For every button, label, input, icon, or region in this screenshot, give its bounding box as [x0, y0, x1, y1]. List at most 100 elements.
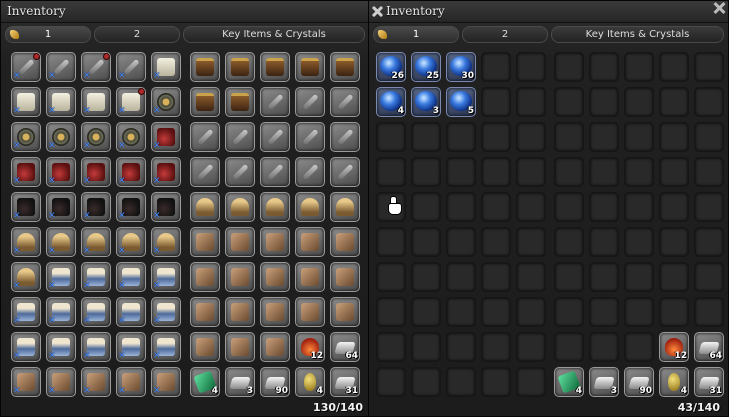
- item-slot-ingot[interactable]: 64: [330, 332, 360, 362]
- item-slot-plate[interactable]: ✕: [116, 367, 146, 397]
- empty-slot[interactable]: [659, 192, 689, 222]
- item-slot-leg[interactable]: ✕: [46, 332, 76, 362]
- item-slot-tool[interactable]: [330, 87, 360, 117]
- item-slot-chest[interactable]: [330, 52, 360, 82]
- empty-slot[interactable]: [481, 297, 511, 327]
- empty-slot[interactable]: [554, 122, 584, 152]
- empty-slot[interactable]: [446, 332, 476, 362]
- item-slot-plate[interactable]: [190, 332, 220, 362]
- empty-slot[interactable]: [516, 262, 546, 292]
- item-slot-plate[interactable]: [190, 227, 220, 257]
- item-slot-red[interactable]: ✕: [81, 157, 111, 187]
- empty-slot[interactable]: [624, 122, 654, 152]
- empty-slot[interactable]: [376, 157, 406, 187]
- item-slot-chest[interactable]: [190, 87, 220, 117]
- item-slot-ingot[interactable]: 3: [589, 367, 619, 397]
- tab-page-1[interactable]: 1: [5, 26, 91, 43]
- empty-slot[interactable]: [694, 122, 724, 152]
- empty-slot[interactable]: [554, 192, 584, 222]
- empty-slot[interactable]: [659, 157, 689, 187]
- empty-slot[interactable]: [516, 332, 546, 362]
- item-slot-tool[interactable]: [190, 122, 220, 152]
- empty-slot[interactable]: [694, 52, 724, 82]
- item-slot-tool[interactable]: [330, 122, 360, 152]
- title-bar[interactable]: Inventory: [369, 1, 728, 23]
- item-slot-plate[interactable]: ✕: [151, 367, 181, 397]
- item-slot-ingot[interactable]: 31: [330, 367, 360, 397]
- item-slot-tool[interactable]: ✕: [116, 52, 146, 82]
- item-slot-book[interactable]: ✕: [46, 87, 76, 117]
- item-slot-leg[interactable]: ✕: [151, 332, 181, 362]
- empty-slot[interactable]: [554, 87, 584, 117]
- item-slot-tool[interactable]: [295, 157, 325, 187]
- item-slot-tool[interactable]: ✕: [11, 52, 41, 82]
- item-slot-plate[interactable]: [190, 262, 220, 292]
- item-slot-leg[interactable]: ✕: [46, 262, 76, 292]
- empty-slot[interactable]: [516, 87, 546, 117]
- item-slot-leg[interactable]: ✕: [116, 262, 146, 292]
- empty-slot[interactable]: [481, 52, 511, 82]
- item-slot-plate[interactable]: [225, 332, 255, 362]
- item-slot-red[interactable]: ✕: [151, 157, 181, 187]
- empty-slot[interactable]: [516, 52, 546, 82]
- item-slot-tool[interactable]: [295, 87, 325, 117]
- item-slot-chest[interactable]: [260, 52, 290, 82]
- empty-slot[interactable]: [624, 192, 654, 222]
- empty-slot[interactable]: [481, 122, 511, 152]
- item-slot-plate[interactable]: [295, 227, 325, 257]
- empty-slot[interactable]: [411, 157, 441, 187]
- empty-slot[interactable]: [376, 367, 406, 397]
- empty-slot[interactable]: [589, 192, 619, 222]
- item-slot-plate[interactable]: [295, 297, 325, 327]
- empty-slot[interactable]: [516, 367, 546, 397]
- empty-slot[interactable]: [554, 262, 584, 292]
- empty-slot[interactable]: [589, 52, 619, 82]
- empty-slot[interactable]: [624, 87, 654, 117]
- empty-slot[interactable]: [694, 227, 724, 257]
- empty-slot[interactable]: [624, 52, 654, 82]
- item-slot-book[interactable]: ✕: [116, 87, 146, 117]
- empty-slot[interactable]: [694, 262, 724, 292]
- item-slot-red[interactable]: ✕: [11, 157, 41, 187]
- item-slot-leg[interactable]: ✕: [81, 297, 111, 327]
- item-slot-plate[interactable]: [260, 332, 290, 362]
- empty-slot[interactable]: [411, 367, 441, 397]
- empty-slot[interactable]: [554, 297, 584, 327]
- empty-slot[interactable]: [516, 227, 546, 257]
- empty-slot[interactable]: [481, 367, 511, 397]
- item-slot-leg[interactable]: ✕: [81, 332, 111, 362]
- item-slot-plate[interactable]: ✕: [81, 367, 111, 397]
- item-slot-tool[interactable]: [225, 157, 255, 187]
- empty-slot[interactable]: [694, 297, 724, 327]
- empty-slot[interactable]: [589, 297, 619, 327]
- empty-slot[interactable]: [516, 122, 546, 152]
- item-slot-stone[interactable]: ✕: [11, 262, 41, 292]
- empty-slot[interactable]: [659, 122, 689, 152]
- item-slot-green[interactable]: 4: [190, 367, 220, 397]
- item-slot-leg[interactable]: ✕: [151, 297, 181, 327]
- item-slot-chest[interactable]: [225, 52, 255, 82]
- item-slot-leg[interactable]: ✕: [81, 262, 111, 292]
- empty-slot[interactable]: [589, 157, 619, 187]
- empty-slot[interactable]: [516, 297, 546, 327]
- empty-slot[interactable]: [589, 227, 619, 257]
- item-slot-plate[interactable]: ✕: [11, 367, 41, 397]
- item-slot-wheel[interactable]: ✕: [151, 87, 181, 117]
- item-slot-dark[interactable]: ✕: [151, 192, 181, 222]
- item-slot-stone[interactable]: [225, 192, 255, 222]
- empty-slot[interactable]: [516, 192, 546, 222]
- empty-slot[interactable]: [376, 122, 406, 152]
- item-slot-ingot[interactable]: 3: [225, 367, 255, 397]
- empty-slot[interactable]: [659, 87, 689, 117]
- empty-slot[interactable]: [589, 87, 619, 117]
- crystal-slot[interactable]: 3: [411, 87, 441, 117]
- tab-key-items-crystals[interactable]: Key Items & Crystals: [183, 26, 365, 43]
- item-slot-dark[interactable]: ✕: [11, 192, 41, 222]
- empty-slot[interactable]: [694, 192, 724, 222]
- item-slot-tool[interactable]: [260, 157, 290, 187]
- item-slot-stone[interactable]: [295, 192, 325, 222]
- empty-slot[interactable]: [516, 157, 546, 187]
- tab-page-2[interactable]: 2: [462, 26, 548, 43]
- empty-slot[interactable]: [446, 122, 476, 152]
- tab-page-2[interactable]: 2: [94, 26, 180, 43]
